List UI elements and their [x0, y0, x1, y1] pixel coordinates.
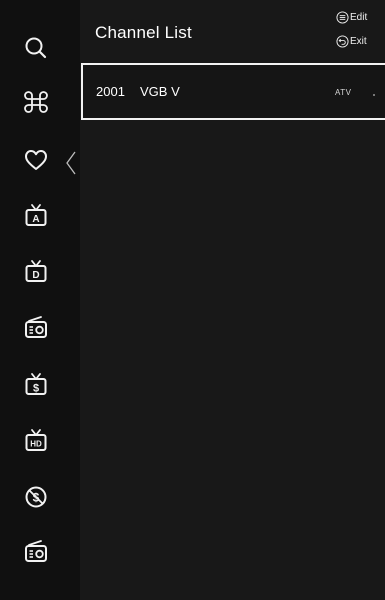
sidebar-item-free[interactable]: $: [20, 481, 52, 513]
chevron-left-icon[interactable]: [64, 150, 78, 176]
sidebar-item-hd-tv[interactable]: HD: [20, 425, 52, 457]
edit-hint[interactable]: Edit: [336, 11, 367, 24]
sidebar-item-search[interactable]: [20, 32, 52, 64]
svg-text:A: A: [32, 214, 39, 225]
command-icon: [24, 91, 48, 113]
tv-hd-icon: HD: [25, 429, 47, 451]
back-icon: [336, 35, 349, 48]
svg-text:D: D: [32, 270, 39, 281]
channel-indicator: [373, 94, 375, 96]
sidebar-item-favorites[interactable]: [20, 144, 52, 176]
sidebar-item-radio-2[interactable]: [20, 536, 52, 568]
channel-row[interactable]: 2001 VGB V ATV: [81, 63, 385, 120]
sidebar: A D $ HD: [0, 0, 80, 600]
radio-icon: [25, 540, 47, 562]
channel-type: ATV: [335, 88, 352, 97]
sidebar-item-command[interactable]: [20, 86, 52, 118]
tv-a-icon: A: [25, 204, 47, 226]
heart-icon: [25, 150, 47, 170]
svg-text:$: $: [33, 383, 39, 395]
page-title: Channel List: [95, 23, 192, 42]
svg-text:HD: HD: [30, 440, 42, 449]
channel-name: VGB V: [140, 84, 180, 99]
tv-screen: A D $ HD Channel List Edit Exit 2001 VGB…: [0, 0, 385, 600]
channel-number: 2001: [96, 84, 125, 99]
radio-icon: [25, 316, 47, 338]
menu-icon: [336, 11, 349, 24]
sidebar-item-digital-tv[interactable]: D: [20, 256, 52, 288]
edit-label: Edit: [350, 12, 368, 23]
sidebar-item-paid-tv[interactable]: $: [20, 369, 52, 401]
exit-label: Exit: [350, 36, 367, 47]
exit-hint[interactable]: Exit: [336, 35, 367, 48]
channel-list-panel: Channel List Edit Exit 2001 VGB V ATV: [80, 0, 385, 600]
tv-dollar-icon: $: [25, 373, 47, 395]
tv-d-icon: D: [25, 260, 47, 282]
search-icon: [25, 37, 47, 59]
no-dollar-icon: $: [25, 486, 47, 508]
sidebar-item-analog-tv[interactable]: A: [20, 200, 52, 232]
sidebar-item-radio[interactable]: [20, 312, 52, 344]
